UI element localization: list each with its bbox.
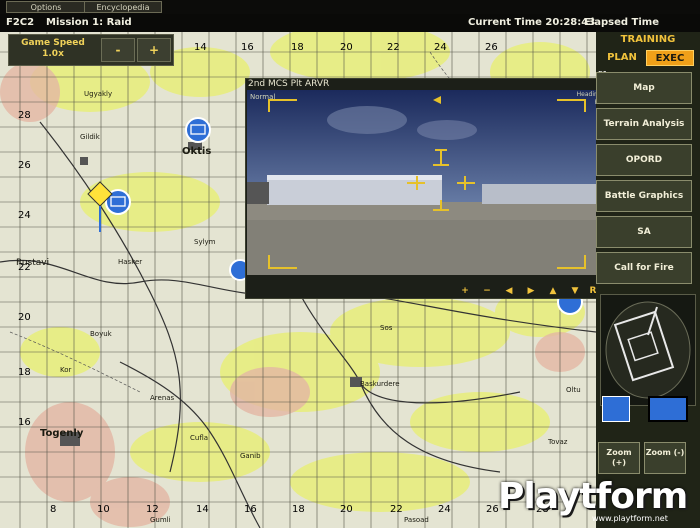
vehicle-view-window[interactable]: 2nd MCS Plt ARVR × Normal Heading: 262 P… (245, 78, 626, 299)
video-window-title: 2nd MCS Plt ARVR (248, 79, 330, 89)
speed-decrease-button[interactable]: - (101, 38, 135, 62)
speed-increase-button[interactable]: + (137, 38, 171, 62)
grid-label-bottom: 8 (50, 504, 57, 515)
vehicle-status-display (600, 294, 696, 406)
place-label: Arenas (150, 394, 175, 402)
place-label: Ugyakly (84, 90, 113, 98)
game-speed-title: Game Speed (21, 38, 85, 48)
command-sidebar: TRAINING PLAN EXEC F1 Map Terrain Analys… (596, 32, 700, 528)
place-label: Pasoad (404, 516, 429, 524)
video-zoom-out-button[interactable]: − (480, 285, 494, 298)
status-bar: F2C2 Mission 1: Raid Current Time 20:28:… (0, 14, 700, 46)
grid-label-bottom: 20 (340, 504, 353, 515)
place-label: Hasker (118, 258, 143, 266)
sa-button[interactable]: SA (596, 216, 692, 248)
unit-select-icon[interactable] (602, 396, 630, 422)
mission-name: Mission 1: Raid (46, 17, 132, 28)
grid-label-top: 20 (340, 42, 353, 53)
current-time: Current Time 20:28:43 (468, 17, 596, 28)
tab-plan[interactable]: PLAN (598, 50, 646, 66)
encyclopedia-menu-button[interactable]: Encyclopedia (84, 1, 162, 13)
battle-graphics-button[interactable]: Battle Graphics (596, 180, 692, 212)
grid-label-top: 24 (434, 42, 447, 53)
place-label: Oltu (566, 386, 581, 394)
zoom-in-button[interactable]: Zoom (+) (598, 442, 640, 474)
grid-label-left: 26 (18, 160, 31, 171)
sight-reticle (268, 96, 586, 269)
grid-label-bottom: 22 (390, 504, 403, 515)
watermark-logo: Playtform (498, 476, 688, 517)
place-label: Baskurdere (360, 380, 400, 388)
grid-label-bottom: 24 (438, 504, 451, 515)
grid-label-bottom: 16 (244, 504, 257, 515)
place-label: Tovaz (548, 438, 568, 446)
grid-label-bottom: 26 (486, 504, 499, 515)
training-title: TRAINING (620, 34, 676, 45)
video-pan-left-button[interactable]: ◀ (502, 285, 516, 298)
place-label: Rustavi (16, 258, 50, 268)
place-label: Sylym (194, 238, 216, 246)
call-for-fire-button[interactable]: Call for Fire (596, 252, 692, 284)
tab-exec[interactable]: EXEC (646, 50, 694, 66)
video-tilt-up-button[interactable]: ▲ (546, 285, 560, 298)
game-speed-value: 1.0x (42, 49, 64, 59)
grid-label-bottom: 18 (292, 504, 305, 515)
grid-label-left: 18 (18, 367, 31, 378)
top-menu-bar: Options Encyclopedia (0, 0, 700, 14)
grid-label-left: 20 (18, 312, 31, 323)
grid-label-top: 18 (291, 42, 304, 53)
video-tilt-down-button[interactable]: ▼ (568, 285, 582, 298)
place-label: Boyuk (90, 330, 112, 338)
game-speed-panel: Game Speed 1.0x - + (8, 34, 174, 66)
terrain-analysis-button[interactable]: Terrain Analysis (596, 108, 692, 140)
video-zoom-in-button[interactable]: + (458, 285, 472, 298)
grid-label-top: 16 (241, 42, 254, 53)
place-label: Kor (60, 366, 72, 374)
zoom-out-button[interactable]: Zoom (-) (644, 442, 686, 474)
game-speed-label: Game Speed 1.0x (13, 38, 93, 60)
place-label: Ganib (240, 452, 261, 460)
watermark-url: www.playtform.net (592, 514, 668, 523)
place-label: Gumli (150, 516, 171, 524)
grid-label-top: 14 (194, 42, 207, 53)
place-label: Gildik (80, 133, 100, 141)
grid-label-left: 24 (18, 210, 31, 221)
grid-label-left: 16 (18, 417, 31, 428)
vehicle-icon (605, 301, 691, 399)
opord-button[interactable]: OPORD (596, 144, 692, 176)
options-menu-button[interactable]: Options (6, 1, 86, 13)
place-label: Togenly (40, 428, 84, 439)
place-label: Cufla (190, 434, 209, 442)
grid-label-bottom: 14 (196, 504, 209, 515)
callsign: F2C2 (6, 17, 35, 28)
video-pan-right-button[interactable]: ▶ (524, 285, 538, 298)
grid-label-bottom: 10 (97, 504, 110, 515)
grid-label-top: 22 (387, 42, 400, 53)
place-label: Oktis (182, 146, 212, 157)
grid-label-top: 26 (485, 42, 498, 53)
grid-label-left: 28 (18, 110, 31, 121)
map-button[interactable]: Map (596, 72, 692, 104)
place-label: Sos (380, 324, 393, 332)
grid-label-bottom: 12 (146, 504, 159, 515)
platoon-select-icon[interactable] (648, 396, 688, 422)
